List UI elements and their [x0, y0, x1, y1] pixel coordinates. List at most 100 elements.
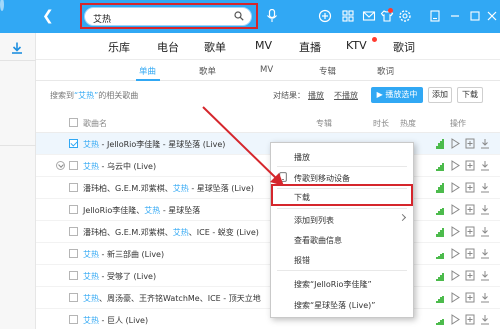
subtab-albums[interactable]: 专辑: [319, 65, 336, 77]
result-summary: 搜索到“艾热”的相关歌曲: [50, 91, 139, 100]
tab-live[interactable]: 直播: [299, 39, 321, 55]
add-icon[interactable]: [465, 270, 475, 281]
row-checkbox[interactable]: [69, 183, 78, 192]
filter-play-option[interactable]: 播放: [308, 90, 324, 101]
table-row[interactable]: JelloRio李佳隆、艾热 - 星球坠落: [36, 199, 500, 221]
subtab-songs[interactable]: 单曲: [139, 65, 156, 77]
row-checkbox[interactable]: [69, 249, 78, 258]
tab-radio[interactable]: 电台: [157, 39, 179, 55]
row-actions: [434, 138, 496, 150]
row-actions: [434, 292, 496, 304]
add-icon[interactable]: [465, 138, 475, 149]
play-icon[interactable]: [450, 270, 460, 281]
menu-item-report-error[interactable]: 报错: [271, 250, 413, 268]
table-row[interactable]: 潘玮柏、G.E.M.邓紫棋、艾热、ICE - 蜕变 (Live): [36, 221, 500, 243]
tab-mv[interactable]: MV: [255, 39, 272, 52]
expand-versions-icon[interactable]: [56, 161, 65, 170]
download-icon[interactable]: [480, 160, 490, 171]
row-actions: [434, 270, 496, 282]
table-row[interactable]: 潘玮柏、G.E.M.邓紫棋、艾热 - 星球坠落 (Live): [36, 177, 500, 199]
heat-bars-icon: [436, 249, 444, 259]
mobile-device-icon: [279, 172, 287, 182]
microphone-icon[interactable]: [266, 9, 278, 23]
main-nav: 乐库 电台 歌单 MV 直播 KTV 歌词: [36, 33, 500, 60]
download-icon[interactable]: [480, 138, 490, 149]
download-icon[interactable]: [480, 270, 490, 281]
select-all-checkbox[interactable]: [69, 118, 78, 127]
song-title: 潘玮柏、G.E.M.邓紫棋、艾热 - 星球坠落 (Live): [83, 184, 254, 193]
play-icon[interactable]: [450, 292, 460, 303]
maximize-icon[interactable]: [468, 9, 482, 23]
play-icon[interactable]: [450, 204, 460, 215]
add-icon[interactable]: [465, 226, 475, 237]
song-table-header: 歌曲名 专辑 时长 热度 操作: [36, 113, 500, 133]
row-checkbox[interactable]: [69, 227, 78, 236]
song-title: 艾热、周汤豪、王齐铭WatchMe、ICE - 顶天立地: [83, 294, 261, 303]
download-icon[interactable]: [10, 41, 24, 55]
menu-item-song-info[interactable]: 查看歌曲信息: [271, 230, 413, 248]
table-row[interactable]: 艾热 - JelloRio李佳隆 - 星球坠落 (Live): [36, 133, 500, 155]
table-row[interactable]: 艾热 - 受够了 (Live): [36, 265, 500, 287]
tab-ktv[interactable]: KTV: [346, 39, 367, 52]
table-row[interactable]: 艾热 - 新三部曲 (Live): [36, 243, 500, 265]
add-icon[interactable]: [465, 160, 475, 171]
subtab-lyrics[interactable]: 歌词: [377, 65, 394, 77]
menu-item-add-to-list[interactable]: 添加到列表: [271, 210, 413, 228]
row-checkbox[interactable]: [69, 205, 78, 214]
col-album: 专辑: [316, 119, 332, 128]
refresh-icon[interactable]: [0, 0, 4, 11]
tab-lyrics[interactable]: 歌词: [393, 39, 415, 55]
minimize-icon[interactable]: [448, 9, 462, 23]
subtab-mv[interactable]: MV: [260, 65, 273, 75]
subtab-playlists[interactable]: 歌单: [199, 65, 216, 77]
play-icon[interactable]: [450, 314, 460, 325]
download-icon[interactable]: [480, 292, 490, 303]
row-checkbox[interactable]: [69, 315, 78, 324]
row-checkbox[interactable]: [69, 271, 78, 280]
filter-no-play-option[interactable]: 不播放: [334, 90, 358, 101]
add-icon[interactable]: [465, 204, 475, 215]
download-icon[interactable]: [480, 204, 490, 215]
row-checkbox[interactable]: [69, 139, 78, 148]
back-arrow-icon[interactable]: ❮: [42, 8, 54, 24]
add-icon[interactable]: [465, 248, 475, 259]
download-icon[interactable]: [480, 248, 490, 259]
song-title: 艾热 - 乌云中 (Live): [83, 162, 157, 171]
add-circle-icon[interactable]: [318, 9, 332, 23]
table-row[interactable]: 艾热、周汤豪、王齐铭WatchMe、ICE - 顶天立地: [36, 287, 500, 309]
play-icon[interactable]: [450, 160, 460, 171]
add-icon[interactable]: [465, 314, 475, 325]
row-actions: [434, 204, 496, 216]
download-button[interactable]: 下载: [457, 87, 483, 103]
apps-grid-icon[interactable]: [341, 9, 355, 23]
mail-icon[interactable]: [362, 9, 376, 23]
row-checkbox[interactable]: [69, 293, 78, 302]
download-icon[interactable]: [480, 226, 490, 237]
menu-item-play[interactable]: 播放: [271, 147, 413, 165]
add-icon[interactable]: [465, 182, 475, 193]
filter-label: 对结果：: [273, 91, 305, 100]
col-heat: 热度: [400, 119, 416, 128]
tab-playlist[interactable]: 歌单: [204, 39, 226, 55]
play-icon[interactable]: [450, 226, 460, 237]
download-icon[interactable]: [480, 314, 490, 325]
download-highlight-box: [271, 184, 413, 206]
play-icon[interactable]: [450, 248, 460, 259]
heat-bars-icon: [436, 205, 444, 215]
row-checkbox[interactable]: [69, 161, 78, 170]
add-icon[interactable]: [465, 292, 475, 303]
tab-library[interactable]: 乐库: [108, 39, 130, 55]
menu-item-search-artist[interactable]: 搜索“JelloRio李佳隆”: [271, 274, 413, 292]
table-row[interactable]: 艾热 - 巨人 (Live): [36, 309, 500, 329]
play-icon[interactable]: [450, 138, 460, 149]
close-icon[interactable]: [485, 9, 499, 23]
search-highlight-box: [80, 3, 258, 29]
table-row[interactable]: 艾热 - 乌云中 (Live): [36, 155, 500, 177]
add-button[interactable]: 添加: [428, 87, 452, 103]
play-icon[interactable]: [450, 182, 460, 193]
play-selected-button[interactable]: ▶ 播放选中: [371, 87, 423, 103]
download-icon[interactable]: [480, 182, 490, 193]
gear-icon[interactable]: [398, 9, 412, 23]
menu-item-search-song[interactable]: 搜索“星球坠落 (Live)”: [271, 295, 413, 313]
mini-mode-icon[interactable]: [428, 9, 442, 23]
